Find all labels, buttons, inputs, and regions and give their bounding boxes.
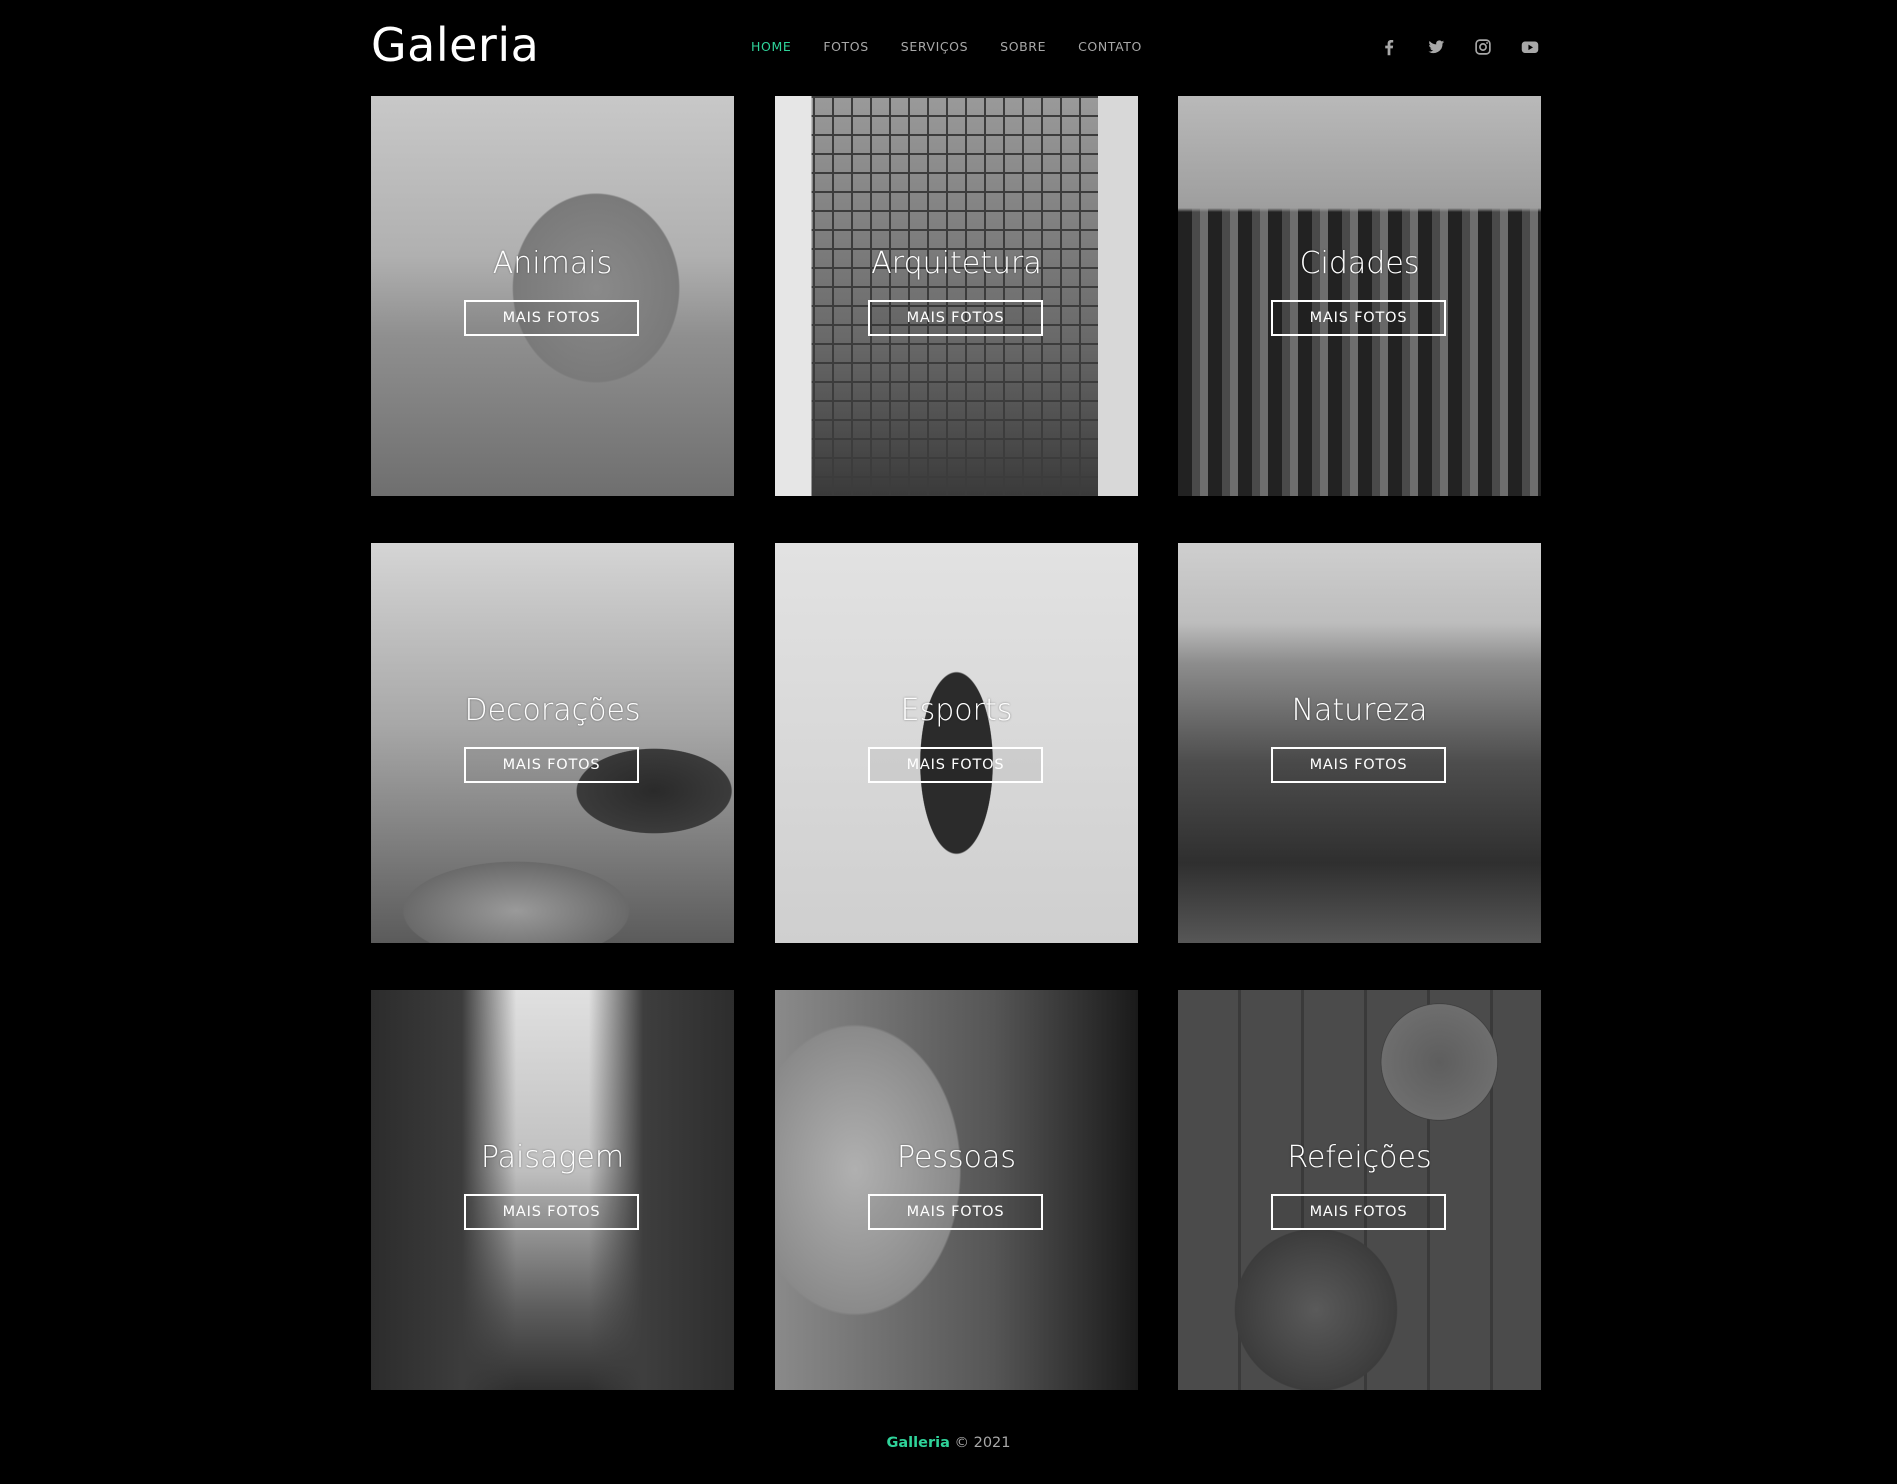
city-skyline-photo xyxy=(1178,96,1541,496)
railway-forest-photo xyxy=(371,990,734,1390)
gallery-tile-animais[interactable]: Animais MAIS FOTOS xyxy=(371,96,734,496)
footer-copyright: © 2021 xyxy=(954,1435,1011,1451)
gallery-tile-paisagem[interactable]: Paisagem MAIS FOTOS xyxy=(371,990,734,1390)
breakfast-table-photo xyxy=(1178,990,1541,1390)
nav-home[interactable]: HOME xyxy=(751,38,791,56)
elephant-photo xyxy=(371,96,734,496)
waterfall-cliff-photo xyxy=(1178,543,1541,943)
more-photos-button[interactable]: MAIS FOTOS xyxy=(1271,1194,1446,1230)
youtube-icon[interactable] xyxy=(1519,36,1541,58)
more-photos-button[interactable]: MAIS FOTOS xyxy=(868,300,1043,336)
tile-title: Cidades xyxy=(1299,246,1420,281)
tile-title: Esports xyxy=(900,693,1013,728)
footer-brand[interactable]: Galleria xyxy=(887,1435,950,1451)
gallery-tile-decoracoes[interactable]: Decorações MAIS FOTOS xyxy=(371,543,734,943)
main-nav: HOME FOTOS SERVIÇOS SOBRE CONTATO xyxy=(751,38,1174,56)
more-photos-button[interactable]: MAIS FOTOS xyxy=(1271,300,1446,336)
gallery-tile-refeicoes[interactable]: Refeições MAIS FOTOS xyxy=(1178,990,1541,1390)
facebook-icon[interactable] xyxy=(1378,36,1400,58)
tile-title: Natureza xyxy=(1291,693,1428,728)
site-logo[interactable]: Galeria xyxy=(371,18,539,72)
nav-servicos[interactable]: SERVIÇOS xyxy=(901,38,968,56)
basketball-player-photo xyxy=(775,543,1138,943)
site-footer: Galleria © 2021 xyxy=(0,1433,1897,1453)
gallery-tile-pessoas[interactable]: Pessoas MAIS FOTOS xyxy=(775,990,1138,1390)
nav-sobre[interactable]: SOBRE xyxy=(1000,38,1046,56)
more-photos-button[interactable]: MAIS FOTOS xyxy=(868,747,1043,783)
site-header: Galeria HOME FOTOS SERVIÇOS SOBRE CONTAT… xyxy=(371,0,1541,96)
building-photo xyxy=(775,96,1138,496)
page: Galeria HOME FOTOS SERVIÇOS SOBRE CONTAT… xyxy=(0,0,1897,1484)
tile-title: Pessoas xyxy=(896,1140,1017,1175)
tile-title: Decorações xyxy=(464,693,641,728)
more-photos-button[interactable]: MAIS FOTOS xyxy=(1271,747,1446,783)
instagram-icon[interactable] xyxy=(1472,36,1494,58)
twitter-icon[interactable] xyxy=(1425,36,1447,58)
social-links xyxy=(1353,36,1541,58)
more-photos-button[interactable]: MAIS FOTOS xyxy=(464,747,639,783)
gallery-tile-natureza[interactable]: Natureza MAIS FOTOS xyxy=(1178,543,1541,943)
nav-contato[interactable]: CONTATO xyxy=(1078,38,1142,56)
gallery-tile-arquitetura[interactable]: Arquitetura MAIS FOTOS xyxy=(775,96,1138,496)
gallery-tile-esports[interactable]: Esports MAIS FOTOS xyxy=(775,543,1138,943)
portrait-photo xyxy=(775,990,1138,1390)
nav-fotos[interactable]: FOTOS xyxy=(823,38,868,56)
laptop-table-photo xyxy=(371,543,734,943)
gallery-tile-cidades[interactable]: Cidades MAIS FOTOS xyxy=(1178,96,1541,496)
more-photos-button[interactable]: MAIS FOTOS xyxy=(464,1194,639,1230)
tile-title: Refeições xyxy=(1287,1140,1432,1175)
tile-title: Animais xyxy=(492,246,613,281)
tile-title: Paisagem xyxy=(480,1140,625,1175)
more-photos-button[interactable]: MAIS FOTOS xyxy=(868,1194,1043,1230)
more-photos-button[interactable]: MAIS FOTOS xyxy=(464,300,639,336)
tile-title: Arquitetura xyxy=(871,246,1042,281)
